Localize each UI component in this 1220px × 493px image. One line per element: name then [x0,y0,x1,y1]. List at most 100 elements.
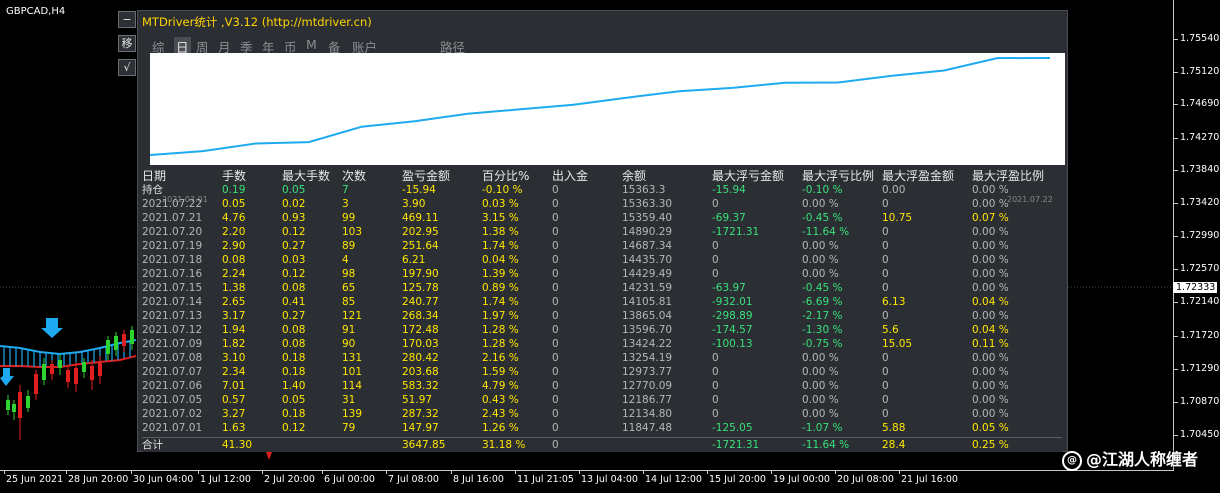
move-button[interactable]: 移 [118,35,136,52]
cell-col-11: 0.00 % [972,198,1009,210]
cell-col-3: 85 [342,296,356,308]
cell-col-2: 0.12 [282,268,306,280]
cell-col-5: 1.28 % [482,338,519,350]
cell-col-1: 1.94 [222,324,246,336]
cell-col-10: 6.13 [882,296,906,308]
cell-col-6: 0 [552,394,559,406]
cell-col-6: 0 [552,198,559,210]
cell-col-3: 3 [342,198,349,210]
cell-col-7: 14105.81 [622,296,673,308]
table-row: 2021.07.19 2.90 0.27 89 251.64 1.74 % 0 14687.3… [142,239,1062,253]
price-tick [1174,435,1178,436]
cell-col-1: 1.82 [222,338,246,350]
table-row: 2021.07.02 3.27 0.18 139 287.32 2.43 % 0 12134.… [142,407,1062,421]
time-tick [322,470,323,474]
cell-col-4: 3647.85 [402,439,446,451]
watermark-text: @江湖人称缠者 [1086,450,1199,469]
cell-col-0: 2021.07.08 [142,352,203,364]
cell-col-5: 1.28 % [482,324,519,336]
cell-col-8: 最大浮亏金额 [712,169,785,183]
cell-col-11: 0.25 % [972,439,1009,451]
cell-col-4: 6.21 [402,254,426,266]
cell-col-0: 日期 [142,169,167,183]
cell-col-6: 0 [552,422,559,434]
cell-col-7: 13424.22 [622,338,673,350]
time-axis [0,470,1174,471]
cell-col-2: 0.93 [282,212,306,224]
panel-title: MTDriver统计 ,V3.12 (http://mtdriver.cn) [142,15,372,29]
table-row: 2021.07.08 3.10 0.18 131 280.42 2.16 % 0 13254.… [142,351,1062,365]
cell-col-0: 2021.07.16 [142,268,203,280]
time-tick [66,470,67,474]
price-axis [1173,0,1174,470]
cell-col-6: 0 [552,212,559,224]
cell-col-5: 1.97 % [482,310,519,322]
tab-7[interactable]: M [306,37,317,52]
cell-col-8: 0 [712,352,719,364]
cell-col-7: 14435.70 [622,254,673,266]
cell-col-7: 12770.09 [622,380,673,392]
cell-col-5: 3.15 % [482,212,519,224]
cell-col-2: 0.03 [282,254,306,266]
minimize-button[interactable]: − [118,11,136,28]
table-row: 2021.07.21 4.76 0.93 99 469.11 3.15 % 0 15359.4… [142,211,1062,225]
cell-col-4: 147.97 [402,422,439,434]
time-tick [262,470,263,474]
cell-col-8: -100.13 [712,338,753,350]
cell-col-0: 2021.07.14 [142,296,203,308]
price-label: 1.75120 [1180,66,1220,77]
time-tick [4,470,5,474]
cell-col-9: -0.10 % [802,184,843,196]
cell-col-5: 1.59 % [482,366,519,378]
cell-col-4: 125.78 [402,282,439,294]
cell-col-0: 合计 [142,439,163,451]
price-tick [1174,39,1178,40]
cell-col-9: -1.30 % [802,324,843,336]
time-tick [643,470,644,474]
cell-col-11: 0.00 % [972,394,1009,406]
cell-col-1: 41.30 [222,439,253,451]
stats-panel: MTDriver统计 ,V3.12 (http://mtdriver.cn) 综… [137,10,1068,452]
cell-col-6: 0 [552,366,559,378]
cell-col-3: 65 [342,282,356,294]
cell-col-10: 5.6 [882,324,899,336]
cell-col-9: -0.45 % [802,212,843,224]
cell-col-10: 5.88 [882,422,906,434]
time-tick [198,470,199,474]
cell-col-11: 0.04 % [972,324,1009,336]
cell-col-8: -63.97 [712,282,746,294]
cell-col-6: 0 [552,226,559,238]
time-label: 7 Jul 08:00 [388,474,439,485]
cell-col-8: -1721.31 [712,226,760,238]
cell-col-0: 2021.07.13 [142,310,203,322]
cell-col-2: 0.08 [282,324,306,336]
cell-col-11: 0.00 % [972,282,1009,294]
cell-col-6: 0 [552,338,559,350]
table-row: 2021.07.05 0.57 0.05 31 51.97 0.43 % 0 12186.77… [142,393,1062,407]
cell-col-10: 10.75 [882,212,913,224]
confirm-button[interactable]: √ [118,59,136,76]
cell-col-11: 0.00 % [972,268,1009,280]
cell-col-11: 0.04 % [972,296,1009,308]
cell-col-5: 1.74 % [482,240,519,252]
cell-col-0: 持仓 [142,184,163,196]
price-label: 1.72140 [1180,296,1220,307]
cell-col-8: -1721.31 [712,439,760,451]
cell-col-1: 0.57 [222,394,246,406]
table-row: 2021.07.18 0.08 0.03 4 6.21 0.04 % 0 14435.70 0 0… [142,253,1062,267]
cell-col-4: 268.34 [402,310,439,322]
cell-col-4: 3.90 [402,198,426,210]
table-header: 日期 手数 最大手数 次数 盈亏金额 百分比% 出入金 余额 最大浮亏金额 最大浮亏比例 最大浮盈金… [142,169,1062,183]
cell-col-2: 0.05 [282,394,306,406]
cell-col-0: 2021.07.06 [142,380,203,392]
table-row: 2021.07.16 2.24 0.12 98 197.90 1.39 % 0 14429.4… [142,267,1062,281]
cell-col-8: -69.37 [712,212,746,224]
cell-col-2: 0.41 [282,296,306,308]
cell-col-3: 139 [342,408,363,420]
cell-col-4: 203.68 [402,366,439,378]
cell-col-7: 余额 [622,169,647,183]
cell-col-6: 0 [552,352,559,364]
cell-col-6: 0 [552,324,559,336]
time-label: 19 Jul 00:00 [773,474,830,485]
table-row: 2021.07.06 7.01 1.40 114 583.32 4.79 % 0 12770.… [142,379,1062,393]
